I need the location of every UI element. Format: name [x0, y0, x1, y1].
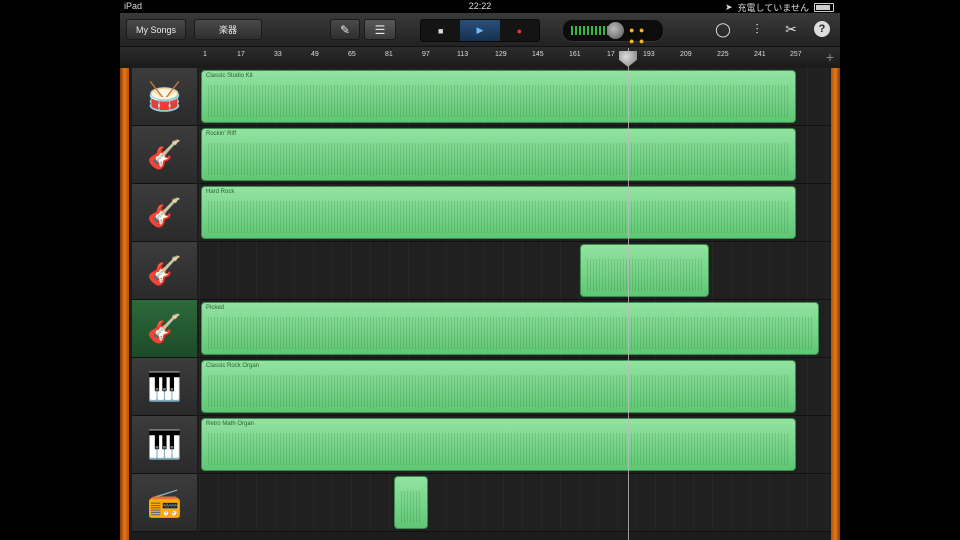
region-waveform: [208, 433, 789, 465]
ruler-tick: 33: [274, 51, 282, 58]
battery-icon: [814, 3, 834, 12]
tracks-area: 🥁 Classic Studio Kit 🎸 Rockin' Riff 🎸 Ha…: [120, 68, 840, 540]
stop-icon: ■: [437, 25, 444, 36]
electric-guitar-icon: 🎸: [147, 255, 182, 286]
track-header-guitar-2[interactable]: 🎸: [132, 184, 197, 242]
garageband-screen: iPad 22:22 ➤ 充電していません My Songs 楽器 ✎ ☰ ■ …: [120, 0, 840, 540]
track-header-bass[interactable]: 🎸: [132, 300, 197, 358]
ruler-tick: 193: [643, 51, 655, 58]
play-icon: ▶: [476, 25, 484, 35]
stop-button[interactable]: ■: [421, 20, 460, 41]
toolbar: My Songs 楽器 ✎ ☰ ■ ▶ ● ● ● ● ● ◯ ⫶ ✂ ?: [120, 13, 840, 47]
region[interactable]: Retro Math Organ: [201, 418, 796, 471]
region-waveform: [208, 201, 789, 233]
timeline-ruler[interactable]: 1 17 33 49 65 81 97 113 129 145 161 17 1…: [120, 47, 840, 68]
track-header-guitar-3[interactable]: 🎸: [132, 242, 197, 300]
track-lane[interactable]: Classic Studio Kit: [199, 68, 831, 126]
status-bar: iPad 22:22 ➤ 充電していません: [120, 0, 840, 13]
region-waveform: [208, 143, 789, 175]
track-header-organ-1[interactable]: 🎹: [132, 358, 197, 416]
region[interactable]: Rockin' Riff: [201, 128, 796, 181]
metronome-leds: ● ● ● ●: [629, 25, 646, 46]
instruments-button[interactable]: 楽器: [194, 19, 262, 40]
region[interactable]: Hard Rock: [201, 186, 796, 239]
record-button[interactable]: ●: [500, 20, 539, 41]
ruler-tick: 1: [203, 51, 207, 58]
bass-guitar-icon: 🎸: [147, 313, 182, 344]
tracks-view-icon: ☰: [374, 22, 386, 37]
settings-wrench-icon[interactable]: ✂: [782, 20, 800, 38]
ruler-tick: 81: [385, 51, 393, 58]
master-volume-knob[interactable]: [607, 22, 624, 39]
play-button[interactable]: ▶: [460, 20, 500, 41]
region-name: Hard Rock: [206, 189, 235, 195]
ruler-tick: 225: [717, 51, 729, 58]
organ-icon: 🎹: [147, 429, 182, 460]
region[interactable]: [580, 244, 709, 297]
ruler-tick: 145: [532, 51, 544, 58]
region-waveform: [401, 491, 421, 523]
track-lane[interactable]: Rockin' Riff: [199, 126, 831, 184]
region[interactable]: Picked: [201, 302, 819, 355]
transport-controls: ■ ▶ ●: [420, 19, 540, 42]
loop-browser-icon[interactable]: ◯: [714, 20, 732, 38]
track-header-organ-2[interactable]: 🎹: [132, 416, 197, 474]
amp-icon: 📻: [147, 487, 182, 518]
track-lane[interactable]: Hard Rock: [199, 184, 831, 242]
ruler-tick: 161: [569, 51, 581, 58]
tracks-view-button[interactable]: ☰: [364, 19, 396, 40]
record-icon: ●: [516, 25, 523, 36]
region-name: Picked: [206, 305, 225, 311]
electric-guitar-icon: 🎸: [147, 139, 182, 170]
track-lane[interactable]: [199, 474, 831, 532]
location-icon: ➤: [724, 2, 733, 12]
electric-guitar-icon: 🎸: [147, 197, 182, 228]
track-lane[interactable]: [199, 242, 831, 300]
track-header-drums[interactable]: 🥁: [132, 68, 197, 126]
track-lane[interactable]: Retro Math Organ: [199, 416, 831, 474]
right-edge-handle[interactable]: [831, 68, 840, 540]
region[interactable]: [394, 476, 428, 529]
region-waveform: [208, 317, 812, 349]
region-name: Rockin' Riff: [206, 131, 237, 137]
organ-icon: 🎹: [147, 371, 182, 402]
mixer-icon[interactable]: ⫶: [748, 20, 766, 38]
ruler-tick: 97: [422, 51, 430, 58]
region-name: Classic Studio Kit: [206, 73, 253, 79]
region[interactable]: Classic Rock Organ: [201, 360, 796, 413]
track-header-guitar-1[interactable]: 🎸: [132, 126, 197, 184]
region-name: Classic Rock Organ: [206, 363, 260, 369]
guitar-icon: ✎: [339, 22, 351, 37]
ruler-tick: 113: [457, 51, 469, 58]
ruler-tick: 129: [495, 51, 507, 58]
my-songs-button[interactable]: My Songs: [126, 19, 186, 40]
instrument-view-button[interactable]: ✎: [330, 19, 360, 40]
ruler-tick: 65: [348, 51, 356, 58]
ruler-tick: 257: [790, 51, 802, 58]
region-waveform: [208, 85, 789, 117]
ruler-tick: 17: [237, 51, 245, 58]
playhead-line: [628, 48, 629, 540]
help-icon[interactable]: ?: [814, 21, 830, 37]
region-name: Retro Math Organ: [206, 421, 255, 427]
add-section-icon[interactable]: +: [826, 49, 834, 65]
region[interactable]: Classic Studio Kit: [201, 70, 796, 123]
track-lane[interactable]: Classic Rock Organ: [199, 358, 831, 416]
ruler-tick: 49: [311, 51, 319, 58]
lcd-display: ● ● ● ●: [562, 19, 664, 46]
track-lane[interactable]: Picked: [199, 300, 831, 358]
drums-icon: 🥁: [147, 81, 182, 112]
ruler-tick: 209: [680, 51, 692, 58]
region-waveform: [208, 375, 789, 407]
level-meter: [571, 26, 609, 35]
left-edge-handle[interactable]: [120, 68, 129, 540]
ruler-tick: 17: [607, 51, 615, 58]
track-header-amp[interactable]: 📻: [132, 474, 197, 532]
ruler-tick: 241: [754, 51, 766, 58]
region-waveform: [587, 259, 702, 291]
